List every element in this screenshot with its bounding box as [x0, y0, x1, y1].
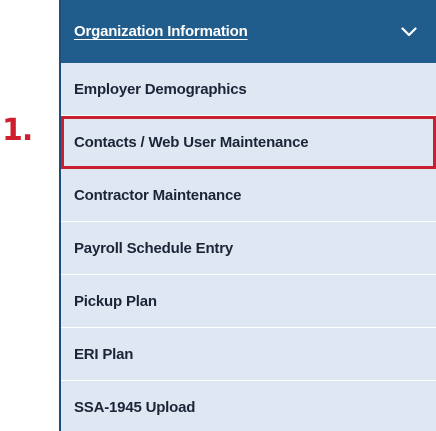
chevron-down-icon[interactable] — [400, 23, 418, 41]
menu-item-label: Contractor Maintenance — [74, 186, 242, 204]
menu-item-label: Pickup Plan — [74, 292, 157, 310]
menu-section-header[interactable]: Organization Information — [61, 0, 436, 63]
organization-menu: Organization Information Employer Demogr… — [59, 0, 436, 431]
menu-item-eri-plan[interactable]: ERI Plan — [61, 328, 436, 381]
screenshot-stage: 1. Organization Information Employer Dem… — [0, 0, 436, 431]
menu-item-label: SSA-1945 Upload — [74, 398, 196, 416]
menu-item-label: Payroll Schedule Entry — [74, 239, 233, 257]
menu-item-label: Employer Demographics — [74, 80, 247, 98]
menu-item-payroll-schedule-entry[interactable]: Payroll Schedule Entry — [61, 222, 436, 275]
step-callout-label: 1. — [2, 113, 33, 148]
menu-item-contractor-maintenance[interactable]: Contractor Maintenance — [61, 169, 436, 222]
menu-item-pickup-plan[interactable]: Pickup Plan — [61, 275, 436, 328]
menu-item-contacts-web-user-maintenance[interactable]: Contacts / Web User Maintenance — [61, 116, 436, 169]
menu-item-employer-demographics[interactable]: Employer Demographics — [61, 63, 436, 116]
menu-item-label: Contacts / Web User Maintenance — [74, 133, 309, 151]
menu-item-ssa-1945-upload[interactable]: SSA-1945 Upload — [61, 381, 436, 431]
menu-item-label: ERI Plan — [74, 345, 134, 363]
menu-section-title[interactable]: Organization Information — [74, 23, 248, 40]
